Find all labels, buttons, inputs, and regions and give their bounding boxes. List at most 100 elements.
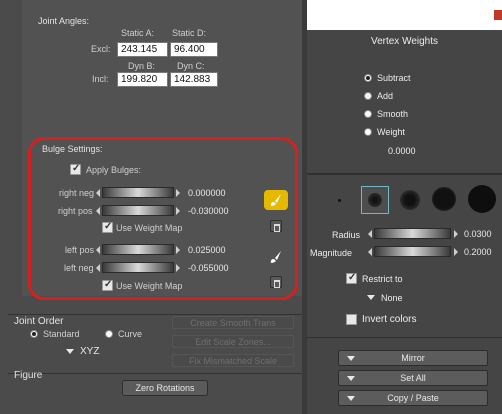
standard-radio[interactable] (30, 330, 38, 338)
right-neg-increase-arrow[interactable] (176, 189, 180, 197)
invert-colors-label: Invert colors (362, 314, 417, 325)
brush-preset-selected-frame[interactable] (361, 186, 389, 214)
restrict-to-label: Restrict to (362, 274, 403, 284)
subtract-label: Subtract (377, 73, 411, 83)
right-pos-decrease-arrow[interactable] (96, 207, 100, 215)
magnitude-value: 0.2000 (464, 247, 492, 257)
brush-preset-soft (368, 193, 382, 207)
left-trash-icon[interactable] (270, 276, 282, 288)
right-trash-icon[interactable] (270, 220, 282, 232)
right-pos-increase-arrow[interactable] (176, 207, 180, 215)
figure-divider (8, 373, 302, 374)
right-neg-label: right neg (59, 188, 95, 198)
static-d-label: Static D: (172, 28, 207, 38)
edit-scale-zones-button[interactable]: Edit Scale Zones... (172, 335, 294, 348)
fix-mismatched-scale-button[interactable]: Fix Mismatched Scale (172, 354, 294, 367)
brush-section-divider (307, 173, 502, 175)
subtract-radio[interactable] (364, 74, 372, 82)
left-neg-decrease-arrow[interactable] (96, 264, 100, 272)
weight-value[interactable]: 0.0000 (388, 146, 416, 156)
left-pos-decrease-arrow[interactable] (96, 246, 100, 254)
radius-increase-arrow[interactable] (454, 230, 458, 238)
right-use-weight-map-checkbox[interactable] (102, 221, 113, 233)
figure-header: Figure (14, 370, 43, 381)
apply-bulges-label: Apply Bulges: (86, 165, 142, 175)
mirror-button[interactable]: Mirror (338, 350, 488, 366)
brush-preset-tiny[interactable] (338, 199, 341, 202)
copy-paste-dropdown-arrow-icon (347, 396, 355, 401)
left-pos-slider[interactable] (102, 244, 174, 255)
radius-decrease-arrow[interactable] (368, 230, 372, 238)
dyn-c-label: Dyn C: (177, 61, 205, 71)
mirror-dropdown-arrow-icon (347, 356, 355, 361)
right-paint-brush-button[interactable] (264, 190, 288, 210)
curve-radio[interactable] (105, 330, 113, 338)
right-use-weight-map-label: Use Weight Map (116, 223, 183, 233)
set-all-dropdown-arrow-icon (347, 376, 355, 381)
magnitude-label: Magnitude (310, 248, 353, 258)
invert-colors-checkbox[interactable] (346, 314, 357, 325)
right-pos-slider[interactable] (102, 205, 174, 216)
brush-preset-medium[interactable] (400, 190, 420, 210)
brush-preset-hard[interactable] (468, 185, 496, 213)
left-neg-label: left neg (64, 263, 94, 273)
incl-dyn-b-field[interactable]: 199.820 (117, 72, 168, 87)
paint-brush-icon (270, 194, 281, 206)
bulge-settings-highlight (28, 137, 298, 300)
paint-brush-icon (270, 251, 281, 263)
right-neg-slider[interactable] (102, 187, 174, 198)
create-smooth-trans-button[interactable]: Create Smooth Trans (172, 316, 294, 329)
vertex-weights-title: Vertex Weights (370, 36, 439, 47)
set-all-button[interactable]: Set All (338, 370, 488, 386)
restrict-dropdown-value[interactable]: None (381, 293, 403, 303)
restrict-to-checkbox[interactable] (346, 272, 357, 284)
left-use-weight-map-label: Use Weight Map (116, 281, 183, 291)
excl-static-d-field[interactable]: 96.400 (170, 42, 218, 57)
left-neg-increase-arrow[interactable] (176, 264, 180, 272)
joint-order-divider (8, 314, 302, 315)
viewport-strip (307, 0, 502, 30)
joint-angles-header: Joint Angles: (38, 16, 90, 26)
viewport-red-marker (494, 10, 502, 20)
magnitude-slider[interactable] (374, 246, 451, 257)
right-pos-value: -0.030000 (188, 206, 229, 216)
radius-label: Radius (332, 230, 361, 240)
smooth-radio[interactable] (364, 110, 372, 118)
zero-rotations-button[interactable]: Zero Rotations (122, 380, 208, 396)
smooth-label: Smooth (377, 109, 409, 119)
radius-slider[interactable] (374, 228, 451, 239)
left-neg-value: -0.055000 (188, 263, 229, 273)
copy-paste-button[interactable]: Copy / Paste (338, 390, 488, 406)
weight-radio[interactable] (364, 128, 372, 136)
brush-preset-large[interactable] (432, 187, 456, 211)
restrict-dropdown-arrow-icon[interactable] (367, 295, 375, 300)
left-paint-brush-button[interactable] (266, 248, 286, 266)
dyn-b-label: Dyn B: (128, 61, 156, 71)
magnitude-decrease-arrow[interactable] (368, 248, 372, 256)
radius-value: 0.0300 (464, 229, 492, 239)
right-neg-decrease-arrow[interactable] (96, 189, 100, 197)
magnitude-increase-arrow[interactable] (454, 248, 458, 256)
left-pos-increase-arrow[interactable] (176, 246, 180, 254)
joint-order-header: Joint Order (14, 316, 64, 327)
add-label: Add (377, 91, 394, 101)
incl-dyn-c-field[interactable]: 142.883 (170, 72, 218, 87)
left-neg-slider[interactable] (102, 262, 174, 273)
left-pos-label: left pos (65, 245, 95, 255)
bulge-settings-header: Bulge Settings: (42, 144, 103, 154)
curve-label: Curve (118, 329, 143, 339)
excl-static-a-field[interactable]: 243.145 (117, 42, 168, 57)
order-dropdown-arrow-icon[interactable] (66, 349, 74, 354)
incl-label: Incl: (92, 74, 109, 84)
left-use-weight-map-checkbox[interactable] (102, 279, 113, 291)
left-pos-value: 0.025000 (188, 245, 226, 255)
copy-paste-button-label: Copy / Paste (387, 393, 439, 403)
add-radio[interactable] (364, 92, 372, 100)
static-a-label: Static A: (121, 28, 155, 38)
apply-bulges-checkbox[interactable] (70, 163, 81, 175)
excl-label: Excl: (91, 44, 111, 54)
set-all-button-label: Set All (400, 373, 426, 383)
mirror-button-label: Mirror (401, 353, 425, 363)
order-dropdown-value[interactable]: XYZ (80, 346, 99, 357)
actions-divider (307, 337, 502, 338)
